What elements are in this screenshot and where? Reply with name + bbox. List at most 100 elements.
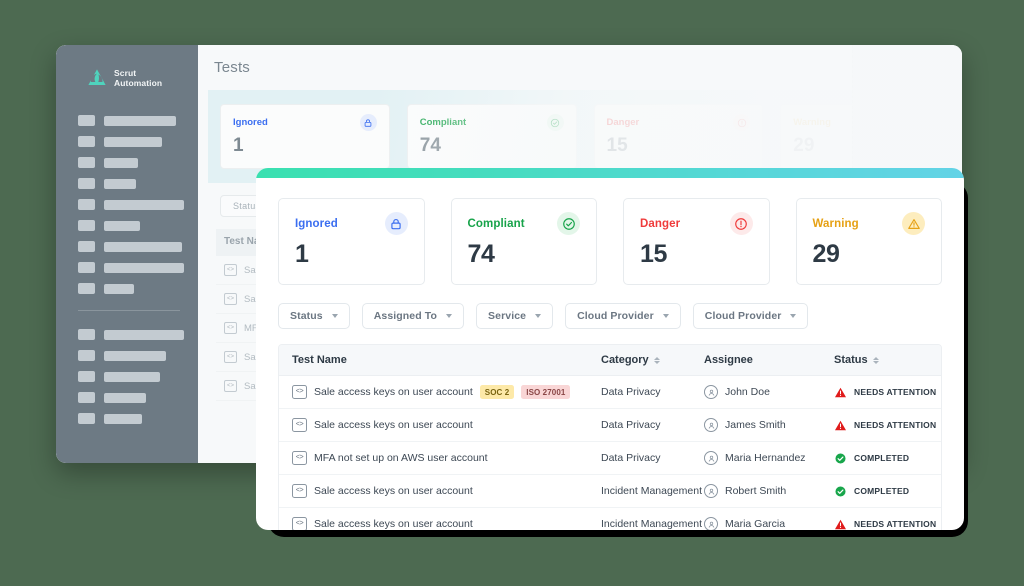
status-warning-triangle-icon (834, 519, 847, 529)
sidebar-divider (78, 310, 180, 311)
brand-logo[interactable]: Scrut Automation (86, 67, 184, 89)
table-row[interactable]: <> Sale access keys on user account Incide… (279, 475, 941, 508)
chevron-down-icon (790, 314, 797, 318)
sidebar-item[interactable] (78, 392, 184, 403)
sidebar-item-icon (78, 136, 95, 147)
sidebar-item[interactable] (78, 413, 184, 424)
sidebar-item-icon (78, 199, 95, 210)
cell-status: NEEDS ATTENTION (834, 518, 941, 531)
sidebar-item-icon (78, 178, 95, 189)
sidebar-item[interactable] (78, 350, 184, 361)
column-header-status[interactable]: Status (834, 354, 941, 366)
cell-assignee: James Smith (704, 418, 834, 432)
column-header-category[interactable]: Category (601, 354, 704, 366)
stat-card-ignored[interactable]: Ignored 1 (220, 104, 390, 169)
filter-dropdown-cloud-provider[interactable]: Cloud Provider (692, 303, 809, 329)
code-icon: <> (224, 380, 237, 392)
status-label: NEEDS ATTENTION (854, 387, 937, 397)
sidebar-item-icon (78, 329, 95, 340)
code-icon: <> (292, 484, 307, 498)
status-check-circle-icon (835, 452, 846, 464)
stat-card-value: 74 (419, 135, 441, 156)
sidebar-item-icon (78, 350, 95, 361)
sidebar-item[interactable] (78, 178, 184, 189)
stat-card-label: Danger (640, 217, 681, 230)
cell-status: COMPLETED (834, 485, 941, 498)
sidebar-item-icon (78, 241, 95, 252)
brand-name: Scrut Automation (114, 68, 162, 88)
filter-dropdown-service[interactable]: Service (476, 303, 554, 329)
side-drawer-panel (852, 45, 962, 179)
sort-arrows-icon[interactable] (872, 356, 879, 364)
avatar (704, 451, 718, 465)
stat-card-label: Compliant (419, 117, 467, 128)
stat-card-label: Compliant (467, 217, 525, 230)
table-header-row: Test Name Category Assignee Status (279, 345, 941, 376)
sidebar-item-label (104, 392, 146, 403)
sidebar-item[interactable] (78, 199, 184, 210)
stat-card-ignored[interactable]: Ignored 1 (278, 198, 425, 285)
column-header-label: Status (834, 354, 868, 366)
code-icon: <> (224, 322, 237, 334)
filter-label: Status (290, 310, 323, 322)
sidebar-item[interactable] (78, 136, 184, 147)
table-row[interactable]: <> Sale access keys on user account Incide… (279, 508, 941, 530)
lock-icon (364, 118, 372, 127)
sidebar-item[interactable] (78, 115, 184, 126)
code-icon: <> (292, 517, 307, 530)
chevron-down-icon (662, 314, 669, 318)
stat-card-value: 15 (640, 240, 668, 268)
avatar (704, 385, 718, 399)
sidebar-item[interactable] (78, 283, 184, 294)
sidebar-item[interactable] (78, 371, 184, 382)
code-icon: <> (224, 293, 237, 305)
stat-card-danger[interactable]: Danger 15 (623, 198, 770, 285)
sidebar-item-label (104, 136, 162, 147)
stat-card-label: Ignored (295, 217, 338, 230)
assignee-name: Maria Garcia (725, 518, 786, 530)
sidebar-item[interactable] (78, 241, 184, 252)
table-row[interactable]: <> Sale access keys on user account SOC 2 I… (279, 376, 941, 409)
stat-card-danger[interactable]: Danger 15 (593, 104, 764, 169)
table-row[interactable]: <> MFA not set up on AWS user account Data… (279, 442, 941, 475)
test-name-label: Sale access keys on user account (314, 485, 473, 497)
column-header-assignee: Assignee (704, 354, 834, 366)
sidebar-item[interactable] (78, 157, 184, 168)
stat-card-value: 29 (812, 240, 840, 268)
code-icon: <> (292, 451, 307, 465)
sidebar-item[interactable] (78, 220, 184, 231)
chevron-down-icon (446, 314, 453, 318)
code-icon: <> (224, 264, 237, 276)
status-label: COMPLETED (854, 486, 910, 496)
chevron-down-icon (331, 314, 338, 318)
sidebar-item-label (104, 220, 140, 231)
cell-category: Data Privacy (601, 452, 661, 464)
avatar (704, 484, 718, 498)
sidebar-item-icon (78, 283, 95, 294)
cell-test-name: <> MFA not set up on AWS user account (279, 451, 601, 465)
sidebar-item[interactable] (78, 329, 184, 340)
code-icon: <> (292, 418, 307, 432)
sidebar-item-icon (78, 262, 95, 273)
filter-dropdown-cloud-provider[interactable]: Cloud Provider (565, 303, 681, 329)
brand-name-line2: Automation (114, 78, 163, 88)
sidebar-item-icon (78, 220, 95, 231)
sidebar-item-icon (78, 115, 95, 126)
column-header-label: Category (601, 354, 649, 366)
sidebar-item[interactable] (78, 262, 184, 273)
cell-test-name: <> Sale access keys on user account (279, 484, 601, 498)
status-warning-triangle-icon (834, 420, 847, 430)
page-title: Tests (214, 59, 251, 76)
table-row[interactable]: <> Sale access keys on user account Data P… (279, 409, 941, 442)
filter-dropdown-assigned-to[interactable]: Assigned To (361, 303, 465, 329)
cell-category: Incident Management (601, 518, 702, 530)
stat-card-compliant[interactable]: Compliant 74 (450, 198, 597, 285)
sidebar-item-label (104, 241, 182, 252)
code-icon: <> (292, 385, 307, 399)
stat-card-compliant[interactable]: Compliant 74 (406, 104, 577, 169)
filter-dropdown-status[interactable]: Status (278, 303, 350, 329)
stat-card-warning[interactable]: Warning 29 (795, 198, 942, 285)
tests-table: Test Name Category Assignee Status <> Sale a… (278, 344, 942, 530)
avatar (704, 517, 718, 530)
sort-arrows-icon[interactable] (653, 356, 660, 364)
